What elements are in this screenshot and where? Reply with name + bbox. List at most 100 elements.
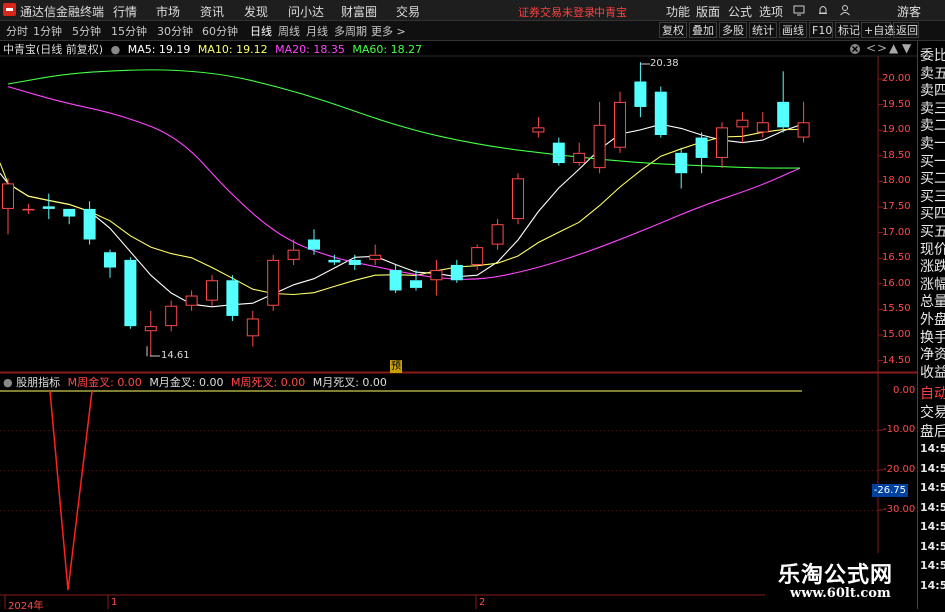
ind-grid-dot <box>284 470 285 471</box>
side-panel-trade-item[interactable]: 自动 <box>920 383 945 403</box>
ind-grid-dot <box>404 430 405 431</box>
ind-grid-dot <box>472 430 473 431</box>
ind-grid-dot <box>696 430 697 431</box>
ind-grid-dot <box>96 510 97 511</box>
ind-grid-dot <box>188 510 189 511</box>
ind-grid-dot <box>628 510 629 511</box>
ind-grid-dot <box>184 510 185 511</box>
ind-grid-dot <box>872 470 873 471</box>
ind-grid-dot <box>696 470 697 471</box>
ind-grid-dot <box>368 430 369 431</box>
ind-grid-dot <box>296 430 297 431</box>
ind-grid-dot <box>608 430 609 431</box>
ind-grid-dot <box>312 430 313 431</box>
forecast-marker[interactable]: 预 <box>390 360 402 373</box>
ind-grid-dot <box>548 430 549 431</box>
ind-grid-dot <box>744 430 745 431</box>
ind-grid-dot <box>536 510 537 511</box>
ind-grid-dot <box>136 430 137 431</box>
ind-grid-dot <box>620 510 621 511</box>
ind-grid-dot <box>848 510 849 511</box>
ind-grid-dot <box>784 430 785 431</box>
ind-grid-dot <box>612 510 613 511</box>
side-panel-trade-item[interactable]: 交易 <box>920 402 945 422</box>
ind-grid-dot <box>272 510 273 511</box>
ind-grid-dot <box>412 430 413 431</box>
ind-grid-dot <box>304 470 305 471</box>
ind-grid-dot <box>0 470 1 471</box>
ind-grid-dot <box>604 430 605 431</box>
ind-grid-dot <box>556 430 557 431</box>
ind-grid-dot <box>164 510 165 511</box>
ind-grid-dot <box>352 510 353 511</box>
ind-grid-dot <box>500 510 501 511</box>
candle <box>450 259 463 283</box>
ind-grid-dot <box>72 510 73 511</box>
candle <box>736 112 749 143</box>
ind-grid-dot <box>120 510 121 511</box>
ind-grid-dot <box>648 510 649 511</box>
candle <box>83 201 96 245</box>
indicator-name[interactable]: 股朋指标 <box>16 376 60 389</box>
ind-grid-dot <box>528 510 529 511</box>
ind-grid-dot <box>316 430 317 431</box>
ind-grid-dot <box>792 430 793 431</box>
ind-grid-dot <box>352 430 353 431</box>
candle <box>552 137 565 166</box>
ind-grid-dot <box>724 510 725 511</box>
ind-grid-dot <box>24 510 25 511</box>
candle <box>63 208 76 225</box>
ind-grid-dot <box>544 430 545 431</box>
ind-grid-dot <box>100 430 101 431</box>
ind-grid-dot <box>40 430 41 431</box>
ind-grid-dot <box>712 470 713 471</box>
ind-grid-dot <box>504 510 505 511</box>
ind-grid-dot <box>352 470 353 471</box>
ind-grid-dot <box>572 430 573 431</box>
ind-grid-dot <box>828 430 829 431</box>
ind-grid-dot <box>496 470 497 471</box>
ind-grid-dot <box>340 470 341 471</box>
ind-grid-dot <box>328 510 329 511</box>
ind-grid-dot <box>416 510 417 511</box>
ind-grid-dot <box>0 510 1 511</box>
ind-grid-dot <box>488 510 489 511</box>
ind-grid-dot <box>104 510 105 511</box>
side-panel-trade-item[interactable]: 盘后 <box>920 421 945 441</box>
ind-grid-dot <box>228 470 229 471</box>
ind-grid-dot <box>4 510 5 511</box>
ind-grid-dot <box>596 470 597 471</box>
ind-grid-dot <box>108 470 109 471</box>
ind-grid-dot <box>224 430 225 431</box>
ind-grid-dot <box>344 430 345 431</box>
ind-grid-dot <box>620 430 621 431</box>
ind-grid-dot <box>420 470 421 471</box>
ind-grid-dot <box>40 510 41 511</box>
ind-grid-dot <box>284 510 285 511</box>
indicator-settings-icon[interactable]: ● <box>3 376 13 389</box>
ind-grid-dot <box>184 430 185 431</box>
side-panel-item[interactable]: 收益 <box>920 362 945 382</box>
ind-grid-dot <box>812 470 813 471</box>
ind-grid-dot <box>748 470 749 471</box>
ind-grid-dot <box>600 430 601 431</box>
ind-grid-dot <box>532 510 533 511</box>
kline-chart[interactable] <box>0 0 917 609</box>
ind-grid-dot <box>40 470 41 471</box>
ind-grid-dot <box>484 430 485 431</box>
ind-grid-dot <box>764 430 765 431</box>
ind-grid-dot <box>36 430 37 431</box>
ind-grid-dot <box>176 430 177 431</box>
ind-grid-dot <box>396 470 397 471</box>
ind-grid-dot <box>712 430 713 431</box>
ind-grid-dot <box>660 470 661 471</box>
ind-grid-dot <box>480 510 481 511</box>
candle <box>185 290 198 311</box>
ind-grid-dot <box>32 510 33 511</box>
ind-grid-dot <box>500 430 501 431</box>
ind-grid-dot <box>692 510 693 511</box>
ind-grid-dot <box>700 430 701 431</box>
ind-grid-dot <box>348 470 349 471</box>
ind-grid-dot <box>156 510 157 511</box>
ind-grid-dot <box>428 510 429 511</box>
